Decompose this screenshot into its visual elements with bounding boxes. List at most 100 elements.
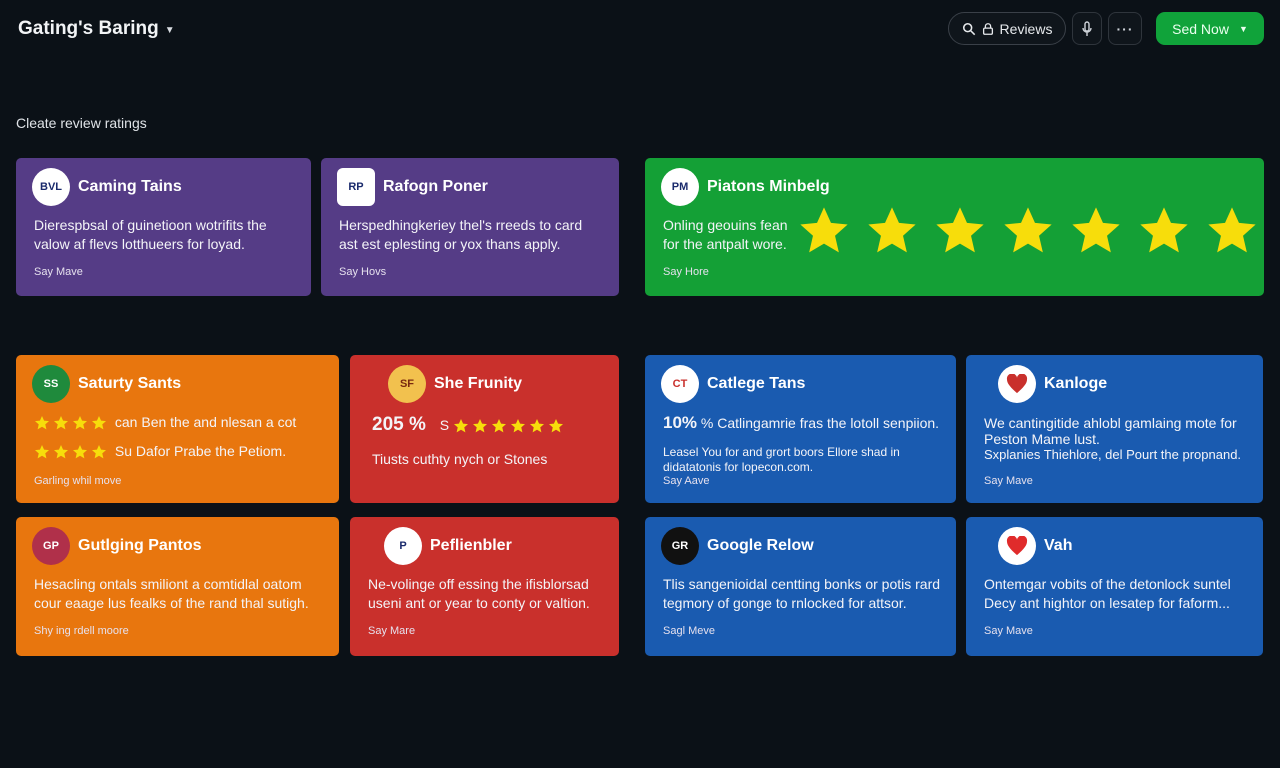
review-card[interactable]: P Peflienbler Ne-volinge off essing the … (350, 517, 619, 656)
see-more-link[interactable]: Say Mave (984, 625, 1033, 637)
brand-logo-icon: SS (32, 365, 70, 403)
reviews-label: Reviews (999, 20, 1053, 37)
card-description: Tlis sangenioidal centting bonks or poti… (663, 576, 941, 611)
star-icon (1004, 207, 1052, 253)
review-card[interactable]: Kanloge We cantingitide ahlobl gamlaing … (966, 355, 1263, 503)
brand-logo-icon: CT (661, 365, 699, 403)
star-icon (936, 207, 984, 253)
star-rating (797, 204, 1259, 258)
card-title: Peflienbler (430, 537, 512, 554)
review-card[interactable]: GP Gutlging Pantos Hesacling ontals smil… (16, 517, 339, 656)
card-description: Ontemgar vobits of the detonlock suntel D… (984, 576, 1231, 611)
search-icon (962, 22, 975, 35)
card-description: Dierespbsal of guinetioon wotrifits the v… (34, 217, 267, 252)
card-description: We cantingitide ahlobl gamlaing mote for… (984, 415, 1242, 462)
section-title: Cleate review ratings (16, 115, 147, 131)
review-card[interactable]: Vah Ontemgar vobits of the detonlock sun… (966, 517, 1263, 656)
card-title: Rafogn Poner (383, 178, 488, 195)
card-description: Hesacling ontals smiliont a comtidlal oa… (34, 576, 309, 611)
brand-logo-icon: SF (388, 365, 426, 403)
star-icon (492, 419, 506, 433)
top-bar: Gating's Baring ▼ Reviews ··· Sed Now ▼ (0, 0, 1280, 60)
card-title: Kanloge (1044, 375, 1108, 392)
rating-percent: 205 % (372, 414, 426, 435)
card-rating-row: 10% % Catlingamrie fras the lotoll senpi… (663, 413, 940, 432)
see-more-link[interactable]: Say Hore (663, 266, 709, 278)
star-icon (549, 419, 563, 433)
see-more-link[interactable]: Say Mare (368, 625, 415, 637)
card-rating-row: 205 % S (372, 415, 564, 435)
star-icon (54, 416, 68, 430)
card-title: She Frunity (434, 375, 523, 392)
microphone-icon (1082, 20, 1092, 36)
card-description: can Ben the and nlesan a cot Su Dafor Pr… (34, 413, 296, 461)
star-icon (530, 419, 544, 433)
brand-logo-icon: RP (337, 168, 375, 206)
brand-logo-icon: PM (661, 168, 699, 206)
star-icon (35, 416, 49, 430)
card-title: Piatons Minbelg (707, 178, 830, 195)
card-description: Onling geouins fean for the antpalt wore. (663, 217, 788, 252)
brand-logo-icon (998, 365, 1036, 403)
card-description: Tiusts cuthty nych or Stones (372, 451, 548, 467)
see-more-link[interactable]: Sagl Meve (663, 625, 715, 637)
star-icon (92, 416, 106, 430)
card-description: Herspedhingkeriey thel's rreeds to card a… (339, 217, 583, 252)
heart-icon (1006, 374, 1028, 394)
card-description: Leasel You for and grort boors Ellore sh… (663, 445, 900, 474)
card-title: Saturty Sants (78, 375, 182, 392)
see-more-link[interactable]: Say Mave (34, 266, 83, 278)
star-icon (35, 445, 49, 459)
app-title: Gating's Baring (18, 18, 159, 39)
review-card[interactable]: RP Rafogn Poner Herspedhingkeriey thel's… (321, 158, 619, 296)
review-card[interactable]: SF She Frunity 205 % S Tiusts cuthty nyc… (350, 355, 619, 503)
star-icon (868, 207, 916, 253)
see-more-link[interactable]: Shy ing rdell moore (34, 625, 129, 637)
star-icon (73, 416, 87, 430)
star-icon (54, 445, 68, 459)
star-icon (454, 419, 468, 433)
chevron-down-icon: ▼ (1238, 23, 1248, 34)
review-card[interactable]: PM Piatons Minbelg Onling geouins fean fo… (645, 158, 1264, 296)
see-more-link[interactable]: Say Mave (984, 475, 1033, 487)
star-rating (34, 415, 107, 431)
reviews-button[interactable]: Reviews (948, 12, 1066, 45)
star-icon (473, 419, 487, 433)
review-card[interactable]: CT Catlege Tans 10% % Catlingamrie fras … (645, 355, 956, 503)
brand-logo-icon: GR (661, 527, 699, 565)
review-card[interactable]: BVL Caming Tains Dierespbsal of guinetio… (16, 158, 311, 296)
more-horizontal-icon: ··· (1116, 20, 1134, 37)
lock-icon (982, 22, 993, 35)
card-title: Gutlging Pantos (78, 537, 202, 554)
star-icon (1208, 207, 1256, 253)
star-icon (1072, 207, 1120, 253)
card-title: Catlege Tans (707, 375, 806, 392)
star-icon (1140, 207, 1188, 253)
see-more-link[interactable]: Garling whil move (34, 475, 121, 487)
app-title-dropdown[interactable]: Gating's Baring ▼ (18, 18, 175, 40)
brand-logo-icon (998, 527, 1036, 565)
brand-logo-icon: P (384, 527, 422, 565)
card-description: Ne-volinge off essing the ifisblorsad use… (368, 576, 590, 611)
star-icon (511, 419, 525, 433)
see-more-link[interactable]: Say Hovs (339, 266, 386, 278)
star-icon (92, 445, 106, 459)
heart-icon (1006, 536, 1028, 556)
chevron-down-icon: ▼ (164, 24, 175, 36)
review-card[interactable]: GR Google Relow Tlis sangenioidal centti… (645, 517, 956, 656)
more-options-button[interactable]: ··· (1108, 12, 1142, 45)
star-icon (800, 207, 848, 253)
see-more-link[interactable]: Say Aave (663, 475, 709, 487)
card-title: Google Relow (707, 537, 814, 554)
card-title: Vah (1044, 537, 1073, 554)
send-now-button[interactable]: Sed Now ▼ (1156, 12, 1264, 45)
card-title: Caming Tains (78, 178, 182, 195)
send-now-label: Sed Now (1172, 20, 1229, 37)
brand-logo-icon: BVL (32, 168, 70, 206)
star-icon (73, 445, 87, 459)
star-rating (453, 418, 564, 434)
brand-logo-icon: GP (32, 527, 70, 565)
review-card[interactable]: SS Saturty Sants can Ben the and nlesan … (16, 355, 339, 503)
microphone-button[interactable] (1072, 12, 1102, 45)
star-rating (34, 444, 107, 460)
